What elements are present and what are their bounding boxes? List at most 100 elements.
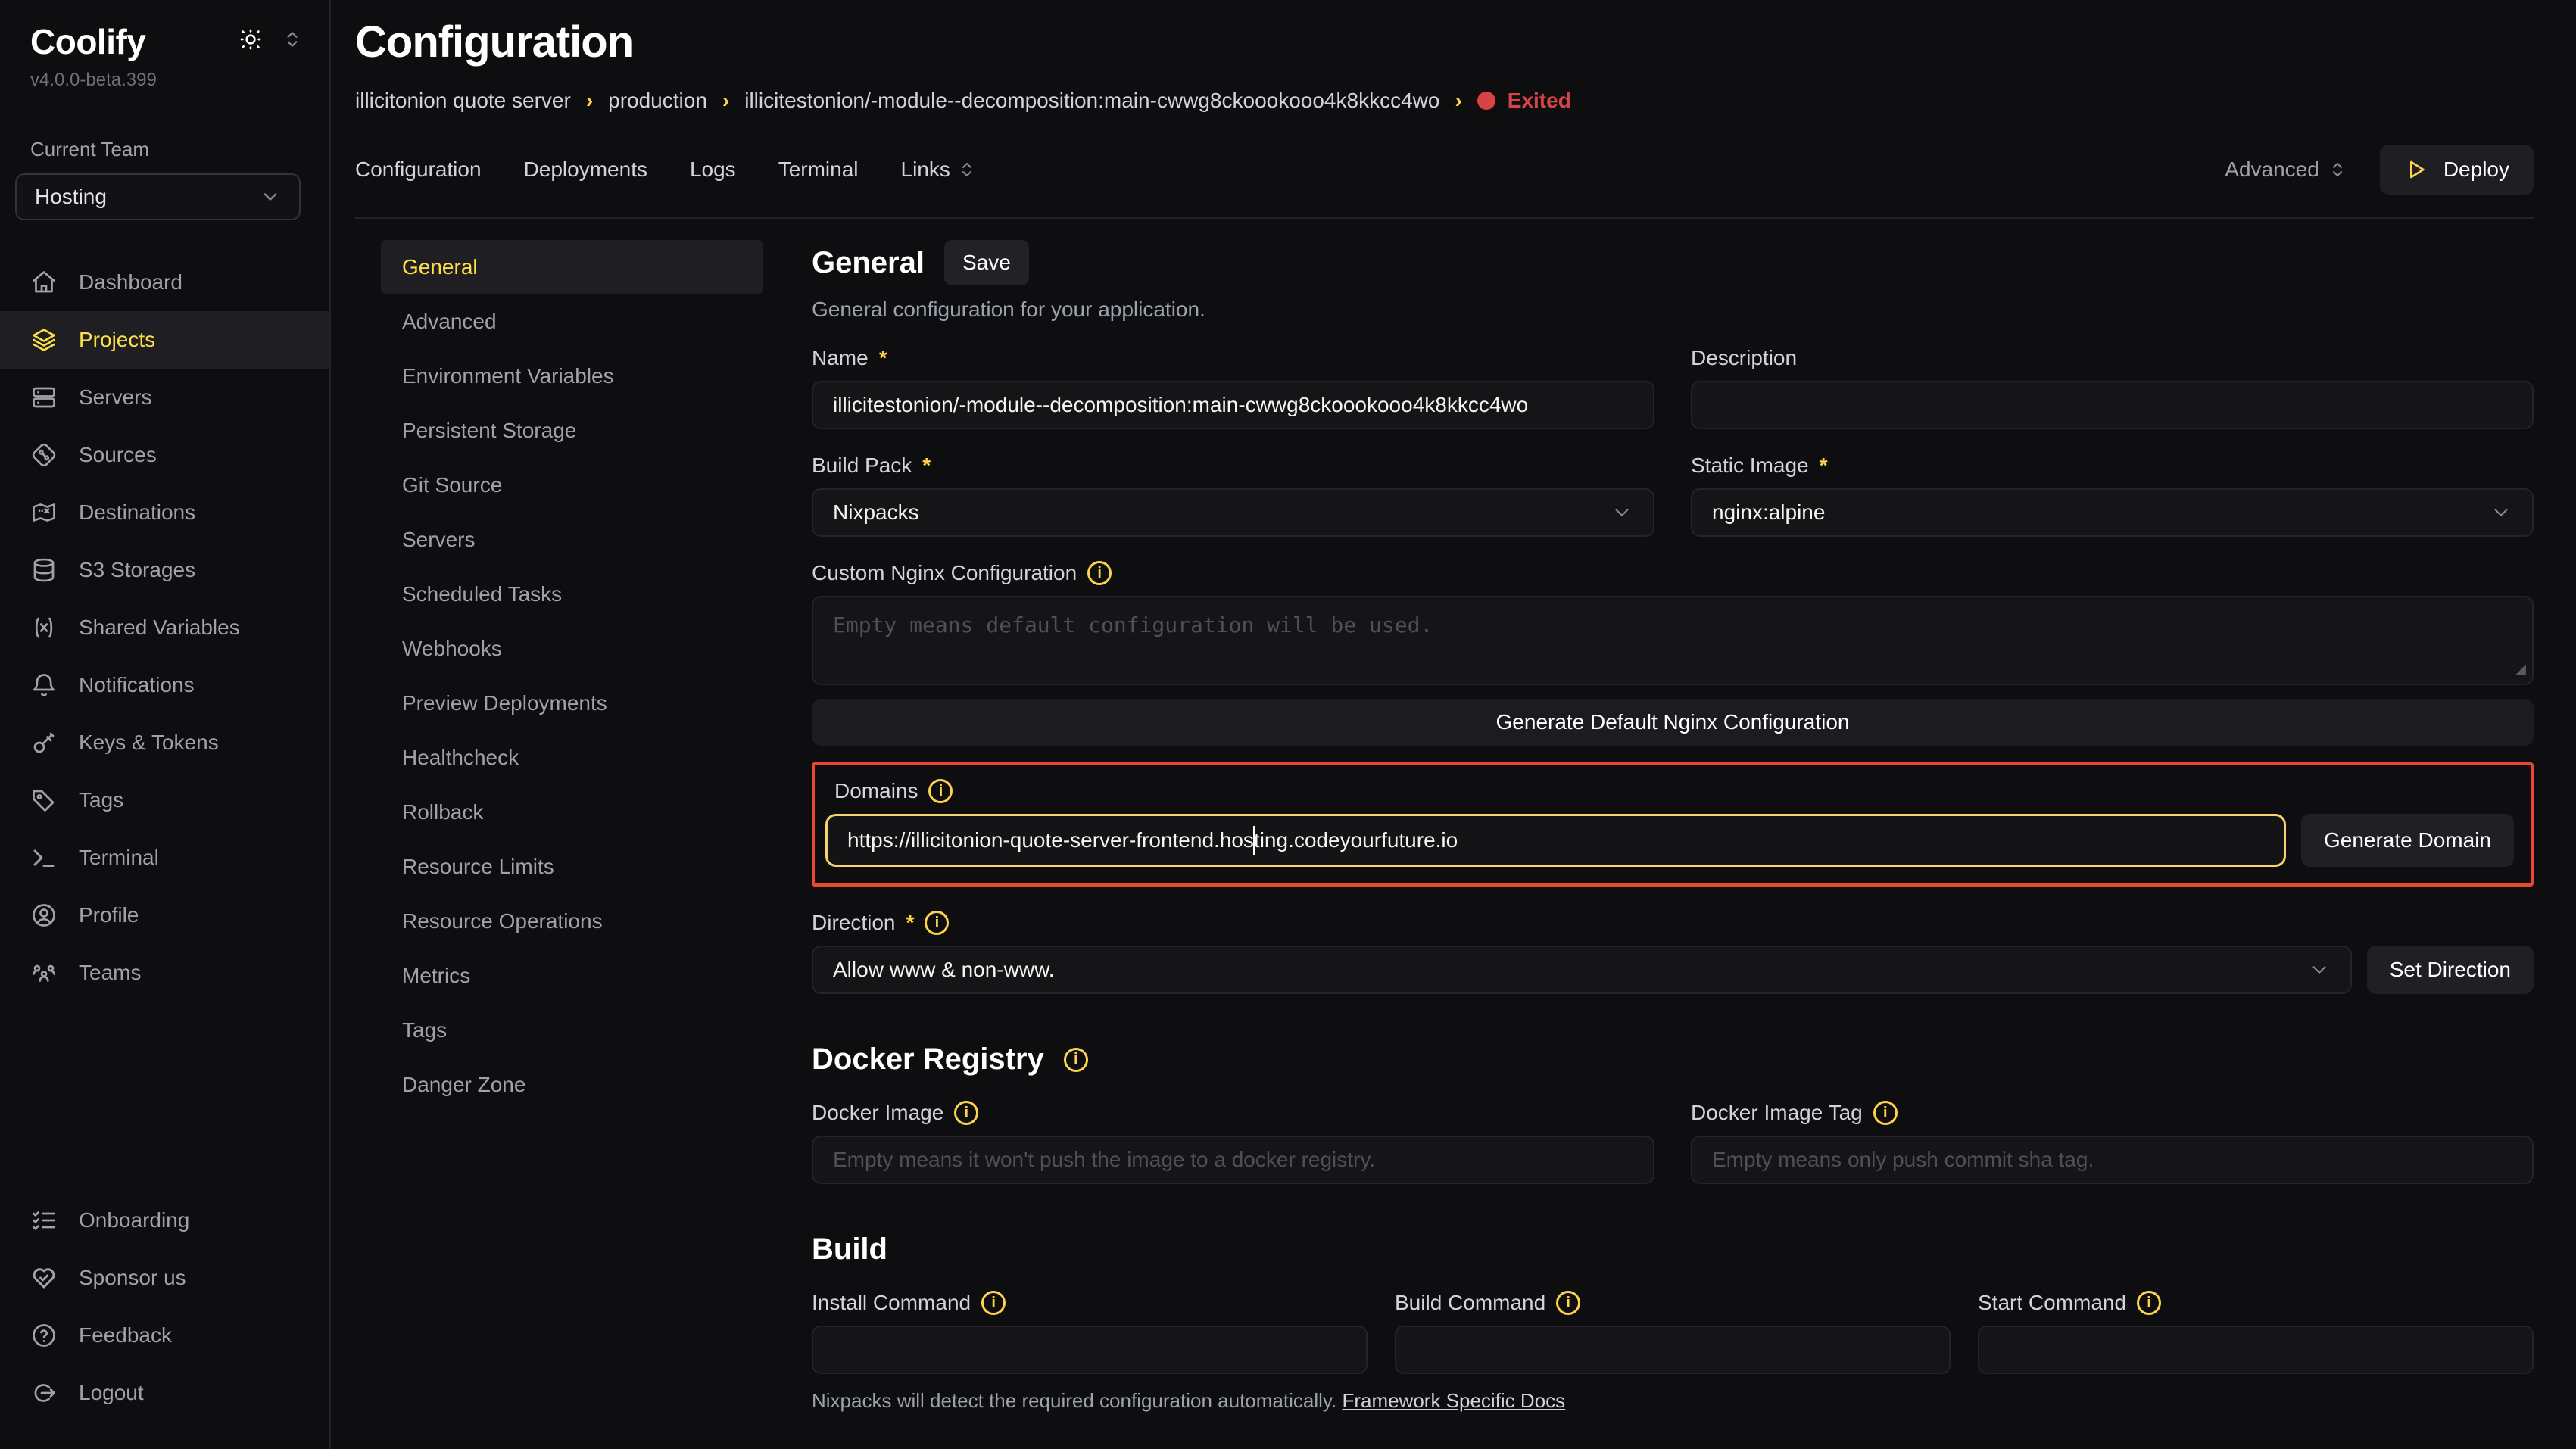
section-title-build: Build: [812, 1232, 887, 1267]
theme-sun-icon[interactable]: [239, 27, 263, 51]
layers-icon: [30, 326, 58, 354]
domains-input[interactable]: [825, 814, 2286, 867]
framework-docs-link[interactable]: Framework Specific Docs: [1342, 1389, 1565, 1412]
sidebar-item-feedback[interactable]: Feedback: [0, 1307, 329, 1364]
section-title-general: General: [812, 246, 925, 280]
submenu-servers[interactable]: Servers: [381, 513, 763, 567]
submenu-danger-zone[interactable]: Danger Zone: [381, 1058, 763, 1112]
team-select[interactable]: Hosting: [15, 173, 301, 220]
tab-logs[interactable]: Logs: [690, 157, 736, 182]
breadcrumb-application[interactable]: illicitestonion/-module--decomposition:m…: [744, 89, 1439, 113]
nginx-config-placeholder: Empty means default configuration will b…: [833, 612, 1433, 637]
tab-bar: Configuration Deployments Logs Terminal …: [355, 145, 2534, 219]
install-command-input[interactable]: [812, 1326, 1368, 1374]
chevrons-up-down-icon[interactable]: [282, 30, 302, 49]
breadcrumb-environment[interactable]: production: [608, 89, 707, 113]
sidebar-item-terminal[interactable]: Terminal: [0, 829, 329, 887]
breadcrumb-project[interactable]: illicitonion quote server: [355, 89, 571, 113]
nginx-config-textarea[interactable]: Empty means default configuration will b…: [812, 596, 2534, 685]
submenu-metrics[interactable]: Metrics: [381, 949, 763, 1003]
info-icon: i: [981, 1291, 1006, 1315]
required-icon: *: [879, 346, 887, 370]
chevron-down-icon: [2490, 501, 2512, 524]
tag-icon: [30, 787, 58, 814]
start-command-label: Start Commandi: [1978, 1291, 2534, 1315]
sidebar-item-keys-tokens[interactable]: Keys & Tokens: [0, 714, 329, 771]
teams-icon: [30, 959, 58, 986]
status-text: Exited: [1508, 89, 1571, 113]
submenu-scheduled-tasks[interactable]: Scheduled Tasks: [381, 567, 763, 622]
sidebar-item-logout[interactable]: Logout: [0, 1364, 329, 1422]
sidebar-item-onboarding[interactable]: Onboarding: [0, 1192, 329, 1249]
submenu-persistent-storage[interactable]: Persistent Storage: [381, 404, 763, 458]
section-subtitle: General configuration for your applicati…: [812, 298, 2534, 322]
sidebar-item-servers[interactable]: Servers: [0, 369, 329, 426]
set-direction-button[interactable]: Set Direction: [2367, 946, 2534, 994]
generate-nginx-button[interactable]: Generate Default Nginx Configuration: [812, 699, 2534, 746]
direction-value: Allow www & non-www.: [833, 958, 1055, 982]
database-icon: [30, 556, 58, 584]
chevrons-up-down-icon: [958, 160, 976, 179]
sidebar-item-dashboard[interactable]: Dashboard: [0, 254, 329, 311]
submenu-rollback[interactable]: Rollback: [381, 785, 763, 840]
required-icon: *: [906, 911, 914, 935]
status-badge: Exited: [1477, 89, 1571, 113]
main-content: Configuration illicitonion quote server …: [331, 0, 2576, 1449]
sidebar-item-destinations[interactable]: Destinations: [0, 484, 329, 541]
docker-image-input[interactable]: [812, 1136, 1654, 1184]
direction-select[interactable]: Allow www & non-www.: [812, 946, 2352, 994]
static-image-select[interactable]: nginx:alpine: [1691, 488, 2534, 537]
build-command-label: Build Commandi: [1395, 1291, 1951, 1315]
build-pack-select[interactable]: Nixpacks: [812, 488, 1654, 537]
submenu-tags[interactable]: Tags: [381, 1003, 763, 1058]
sidebar-item-shared-variables[interactable]: Shared Variables: [0, 599, 329, 656]
sidebar: Coolify v4.0.0-beta.399 Current Team Hos…: [0, 0, 331, 1449]
sidebar-item-teams[interactable]: Teams: [0, 944, 329, 1002]
submenu-preview-deployments[interactable]: Preview Deployments: [381, 676, 763, 731]
breadcrumb-separator-icon: ›: [586, 89, 593, 113]
sidebar-footer: Onboarding Sponsor us Feedback Logout: [0, 1192, 329, 1422]
profile-icon: [30, 902, 58, 929]
submenu-healthcheck[interactable]: Healthcheck: [381, 731, 763, 785]
submenu-git-source[interactable]: Git Source: [381, 458, 763, 513]
submenu-environment-variables[interactable]: Environment Variables: [381, 349, 763, 404]
submenu-webhooks[interactable]: Webhooks: [381, 622, 763, 676]
resize-handle-icon[interactable]: ◢: [2515, 658, 2526, 679]
build-command-input[interactable]: [1395, 1326, 1951, 1374]
tab-deployments[interactable]: Deployments: [524, 157, 647, 182]
sidebar-item-sources[interactable]: Sources: [0, 426, 329, 484]
submenu-resource-limits[interactable]: Resource Limits: [381, 840, 763, 894]
server-icon: [30, 384, 58, 411]
sidebar-item-tags[interactable]: Tags: [0, 771, 329, 829]
start-command-input[interactable]: [1978, 1326, 2534, 1374]
name-input[interactable]: [812, 381, 1654, 429]
tab-configuration[interactable]: Configuration: [355, 157, 482, 182]
docker-image-tag-input[interactable]: [1691, 1136, 2534, 1184]
submenu-general[interactable]: General: [381, 240, 763, 294]
submenu-advanced[interactable]: Advanced: [381, 294, 763, 349]
sidebar-item-notifications[interactable]: Notifications: [0, 656, 329, 714]
generate-domain-button[interactable]: Generate Domain: [2301, 814, 2514, 867]
sidebar-item-s3-storages[interactable]: S3 Storages: [0, 541, 329, 599]
advanced-dropdown[interactable]: Advanced: [2225, 157, 2347, 182]
sidebar-item-profile[interactable]: Profile: [0, 887, 329, 944]
submenu-resource-operations[interactable]: Resource Operations: [381, 894, 763, 949]
bell-icon: [30, 672, 58, 699]
description-input[interactable]: [1691, 381, 2534, 429]
breadcrumb: illicitonion quote server › production ›…: [355, 89, 2534, 113]
deploy-button[interactable]: Deploy: [2380, 145, 2534, 195]
tab-terminal[interactable]: Terminal: [778, 157, 859, 182]
sidebar-item-projects[interactable]: Projects: [0, 311, 329, 369]
terminal-icon: [30, 844, 58, 871]
section-title-docker-registry: Docker Registry: [812, 1042, 1044, 1077]
save-button[interactable]: Save: [944, 240, 1029, 285]
info-icon: i: [954, 1101, 978, 1125]
chevron-down-icon: [1611, 501, 1633, 524]
domains-highlight-group: Domainsi Generate Domain: [812, 762, 2534, 887]
info-icon: i: [928, 779, 953, 803]
tab-links[interactable]: Links: [901, 157, 976, 182]
general-form: General Save General configuration for y…: [812, 240, 2534, 1449]
chevron-down-icon: [260, 186, 281, 207]
sidebar-item-sponsor[interactable]: Sponsor us: [0, 1249, 329, 1307]
status-dot-icon: [1477, 92, 1495, 110]
